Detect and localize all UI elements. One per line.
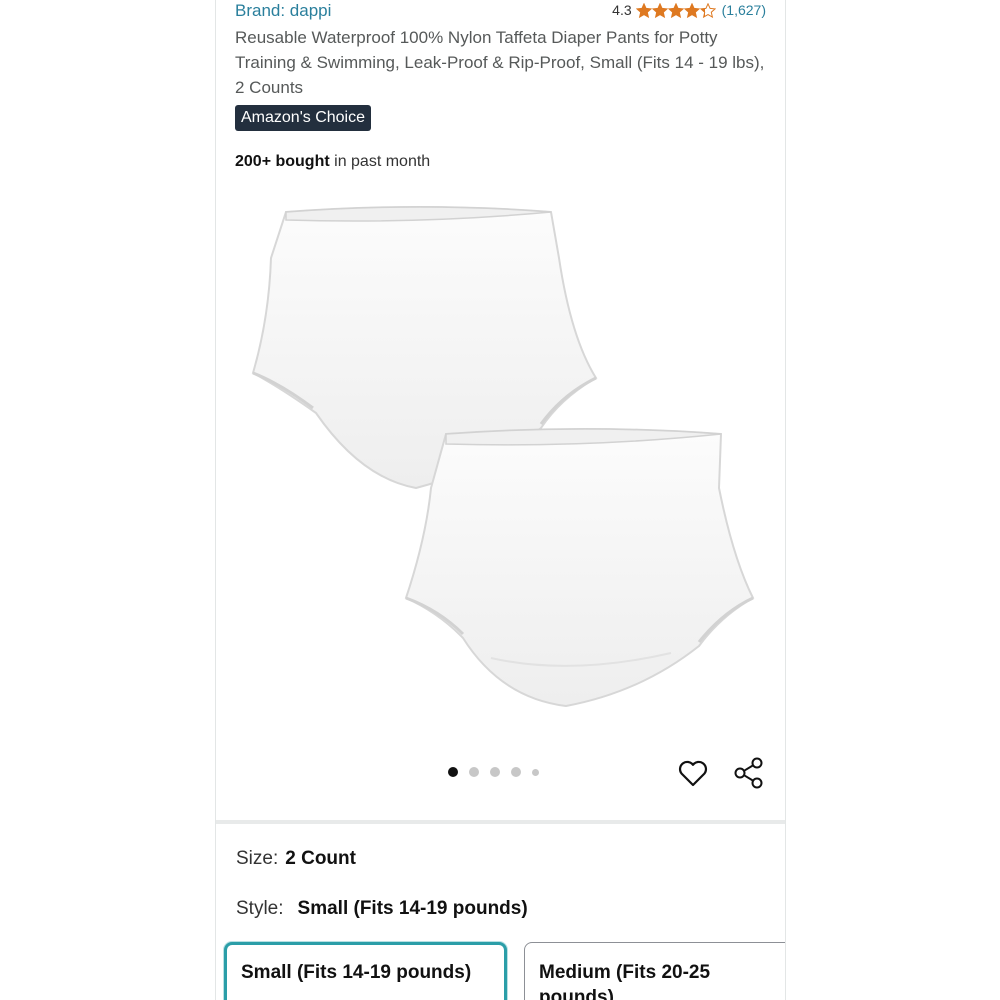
product-panel: Brand: dappi 4.3 (1,627) Reusable Waterp… — [215, 0, 786, 1000]
size-label: Size: — [236, 848, 279, 869]
style-value: Small (Fits 14-19 pounds) — [297, 898, 528, 919]
product-image-diaper-pants[interactable] — [241, 198, 761, 718]
screen: Brand: dappi 4.3 (1,627) Reusable Waterp… — [0, 0, 1000, 1000]
bought-in-past-month: 200+ bought in past month — [235, 151, 430, 173]
section-divider — [216, 820, 785, 824]
star-icon — [651, 2, 668, 18]
rating-summary[interactable]: 4.3 (1,627) — [612, 0, 766, 20]
size-selection: Size: 2 Count — [236, 846, 356, 872]
star-icon — [683, 2, 700, 18]
bought-count: 200+ bought — [235, 153, 330, 170]
style-option-medium[interactable]: Medium (Fits 20-25 pounds) — [524, 942, 785, 1000]
style-option-small[interactable]: Small (Fits 14-19 pounds) — [224, 942, 507, 1000]
style-label: Style: — [236, 898, 284, 919]
style-selection: Style: Small (Fits 14-19 pounds) — [236, 896, 528, 922]
image-carousel-dots — [448, 767, 539, 777]
amazons-choice-badge: Amazon's Choice — [235, 105, 371, 131]
rating-value: 4.3 — [612, 2, 632, 18]
carousel-dot[interactable] — [448, 767, 458, 777]
brand-rating-row: Brand: dappi 4.3 (1,627) — [235, 0, 766, 24]
front-diaper-pant — [404, 428, 755, 708]
share-icon[interactable] — [732, 757, 766, 789]
brand-link[interactable]: Brand: dappi — [235, 0, 331, 22]
carousel-dot[interactable] — [469, 767, 479, 777]
size-value: 2 Count — [285, 848, 356, 869]
product-title: Reusable Waterproof 100% Nylon Taffeta D… — [235, 28, 765, 97]
carousel-dot[interactable] — [532, 768, 539, 776]
star-icon — [667, 2, 684, 18]
star-icon — [635, 2, 652, 18]
bought-suffix: in past month — [329, 153, 431, 170]
rating-count-link[interactable]: (1,627) — [722, 0, 766, 20]
heart-icon[interactable] — [677, 758, 709, 788]
carousel-dot[interactable] — [511, 767, 521, 777]
star-rating-icons — [635, 2, 716, 18]
carousel-dot[interactable] — [490, 767, 500, 777]
star-icon — [699, 2, 716, 18]
